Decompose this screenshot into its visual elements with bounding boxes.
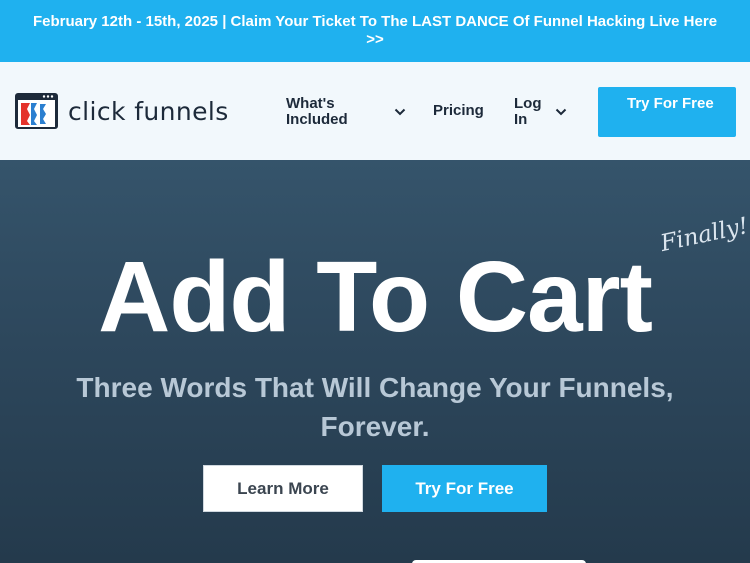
try-for-free-button[interactable]: Try For Free <box>382 465 547 512</box>
try-for-free-header-button[interactable]: Try For Free <box>598 87 736 137</box>
nav-pricing[interactable]: Pricing <box>433 103 484 119</box>
learn-more-label: Learn More <box>237 478 329 498</box>
nav-pricing-label: Pricing <box>433 102 484 119</box>
hero-section: Finally! Add To Cart Three Words That Wi… <box>0 160 750 563</box>
hero-subtitle: Three Words That Will Change Your Funnel… <box>76 372 674 442</box>
chevron-down-icon <box>555 108 567 116</box>
logo-text: click funnels <box>68 96 229 126</box>
try-for-free-label: Try For Free <box>415 478 514 498</box>
try-for-free-header-label: Try For Free <box>627 95 714 112</box>
logo-link[interactable]: click funnels <box>14 92 229 130</box>
hero-title: Add To Cart <box>98 241 653 353</box>
nav-login-label: Log In <box>514 95 542 128</box>
clickfunnels-logo-icon <box>15 93 58 129</box>
site-header: click funnels What's Included Pricing Lo… <box>0 62 750 160</box>
nav-whats-included-label: What's Included <box>286 95 348 128</box>
promo-banner-link[interactable]: February 12th - 15th, 2025 | Claim Your … <box>0 0 750 62</box>
learn-more-button[interactable]: Learn More <box>203 465 363 512</box>
nav-whats-included[interactable]: What's Included <box>286 96 406 128</box>
nav-login[interactable]: Log In <box>514 96 567 128</box>
chevron-down-icon <box>394 108 406 116</box>
promo-banner-text: February 12th - 15th, 2025 | Claim Your … <box>32 13 718 48</box>
